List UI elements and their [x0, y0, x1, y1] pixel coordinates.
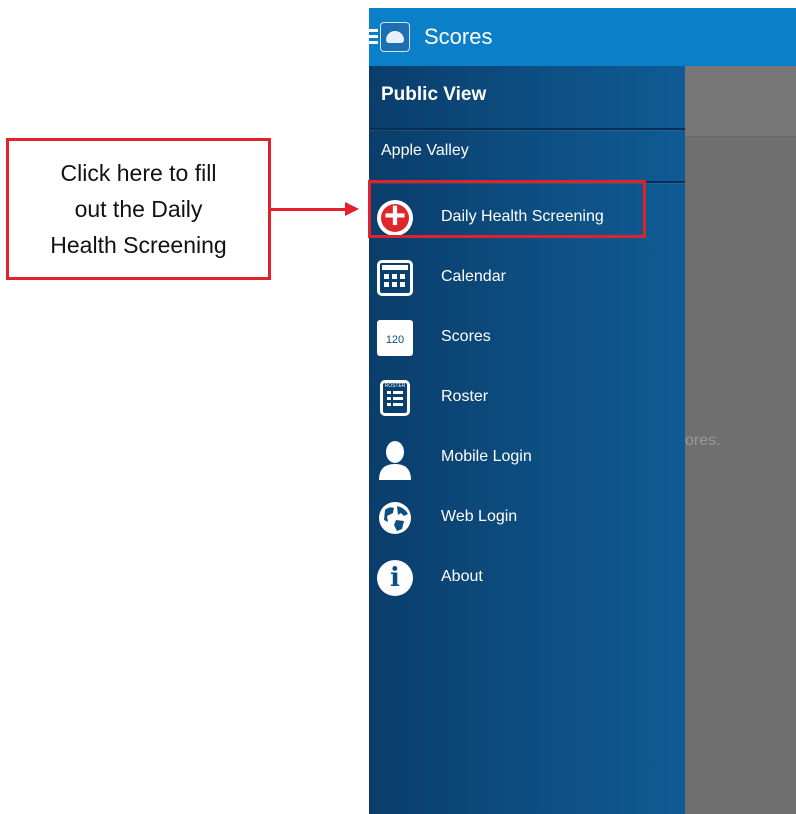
menu-item-label: Mobile Login [441, 448, 532, 465]
divider [369, 128, 685, 130]
navigation-drawer: Public View Apple Valley Daily Health Sc… [369, 66, 685, 814]
menu-item-scores[interactable]: 120 Scores [369, 308, 685, 368]
menu-item-label: Roster [441, 388, 489, 405]
phone-screen: Scores ores. Public View Apple Valley Da… [369, 8, 796, 814]
menu-item-about[interactable]: i About [369, 548, 685, 608]
menu-item-label: Scores [441, 328, 491, 345]
scores-badge: 120 [385, 334, 405, 346]
menu-item-label: About [441, 568, 483, 585]
instruction-callout: Click here to fill out the Daily Health … [6, 138, 271, 280]
menu-item-mobile-login[interactable]: Mobile Login [369, 428, 685, 488]
background-header [685, 66, 796, 137]
callout-text: Click here to fill out the Daily Health … [50, 160, 227, 258]
background-text: ores. [685, 432, 721, 449]
scores-calendar-icon: 120 [377, 320, 413, 356]
globe-icon [377, 500, 413, 536]
app-title: Scores [424, 24, 493, 49]
person-icon [377, 440, 413, 480]
roster-icon: ROSTER [380, 380, 410, 416]
menu-item-label: Web Login [441, 508, 518, 525]
info-icon: i [377, 560, 413, 596]
callout-arrow [271, 208, 347, 211]
app-bar: Scores [369, 8, 796, 66]
app-logo-icon [380, 22, 410, 52]
drawer-subtitle: Apple Valley [381, 142, 469, 159]
menu-item-roster[interactable]: ROSTER Roster [369, 368, 685, 428]
menu-item-label: Calendar [441, 268, 506, 285]
highlight-box [368, 180, 646, 238]
arrow-head-icon [345, 202, 359, 216]
menu-item-web-login[interactable]: Web Login [369, 488, 685, 548]
menu-icon[interactable] [369, 29, 378, 45]
calendar-icon [377, 260, 413, 296]
menu-item-calendar[interactable]: Calendar [369, 248, 685, 308]
drawer-section-title: Public View [381, 84, 487, 105]
